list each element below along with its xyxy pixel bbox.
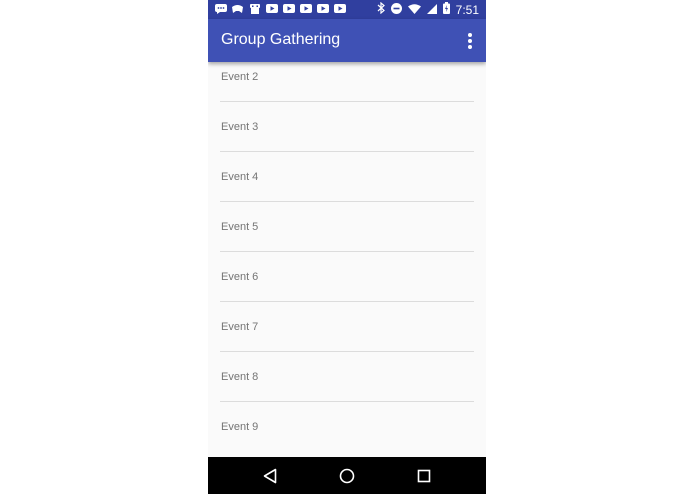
event-label: Event 4 bbox=[221, 171, 259, 183]
event-label: Event 9 bbox=[221, 421, 259, 433]
cellular-signal-icon bbox=[426, 1, 437, 19]
bluetooth-icon bbox=[377, 1, 385, 19]
list-item[interactable]: Event 6 bbox=[220, 251, 474, 302]
battery-charging-icon bbox=[442, 1, 450, 19]
event-list[interactable]: Event 2 Event 3 Event 4 Event 5 Event 6 … bbox=[208, 62, 486, 457]
home-button[interactable] bbox=[336, 465, 358, 487]
overflow-menu-button[interactable] bbox=[463, 31, 477, 51]
system-icons: 7:51 bbox=[377, 0, 479, 19]
youtube-icon bbox=[265, 3, 278, 14]
list-item[interactable]: Event 3 bbox=[220, 101, 474, 152]
navigation-bar bbox=[208, 457, 486, 494]
recents-button[interactable] bbox=[413, 465, 435, 487]
list-item[interactable]: Event 9 bbox=[220, 401, 474, 451]
list-item[interactable]: Event 5 bbox=[220, 201, 474, 252]
status-time: 7:51 bbox=[455, 2, 479, 17]
list-item[interactable]: Event 4 bbox=[220, 151, 474, 202]
event-label: Event 8 bbox=[221, 371, 259, 383]
list-item[interactable]: Event 8 bbox=[220, 351, 474, 402]
event-label: Event 6 bbox=[221, 271, 259, 283]
youtube-icon bbox=[333, 3, 346, 14]
game-controller-icon bbox=[231, 3, 244, 14]
list-item[interactable]: Event 7 bbox=[220, 301, 474, 352]
event-label: Event 5 bbox=[221, 221, 259, 233]
app-title: Group Gathering bbox=[221, 31, 341, 48]
notification-icons bbox=[214, 3, 346, 14]
app-bar: Group Gathering bbox=[208, 19, 486, 62]
list-item[interactable]: Event 2 bbox=[220, 62, 474, 102]
chat-bubble-icon bbox=[214, 3, 227, 14]
wifi-icon bbox=[407, 1, 421, 19]
youtube-icon bbox=[316, 3, 329, 14]
event-label: Event 3 bbox=[221, 121, 259, 133]
recents-icon bbox=[417, 469, 431, 483]
phone-screen: 7:51 Group Gathering Event 2 Event 3 Eve… bbox=[208, 0, 486, 494]
status-bar: 7:51 bbox=[208, 0, 486, 19]
event-label: Event 2 bbox=[221, 71, 259, 83]
more-vert-icon bbox=[468, 33, 472, 37]
youtube-icon bbox=[282, 3, 295, 14]
youtube-icon bbox=[299, 3, 312, 14]
home-icon bbox=[339, 468, 355, 484]
back-button[interactable] bbox=[259, 465, 281, 487]
back-icon bbox=[263, 468, 277, 484]
android-robot-icon bbox=[248, 3, 261, 14]
event-label: Event 7 bbox=[221, 321, 259, 333]
do-not-disturb-icon bbox=[390, 1, 402, 19]
